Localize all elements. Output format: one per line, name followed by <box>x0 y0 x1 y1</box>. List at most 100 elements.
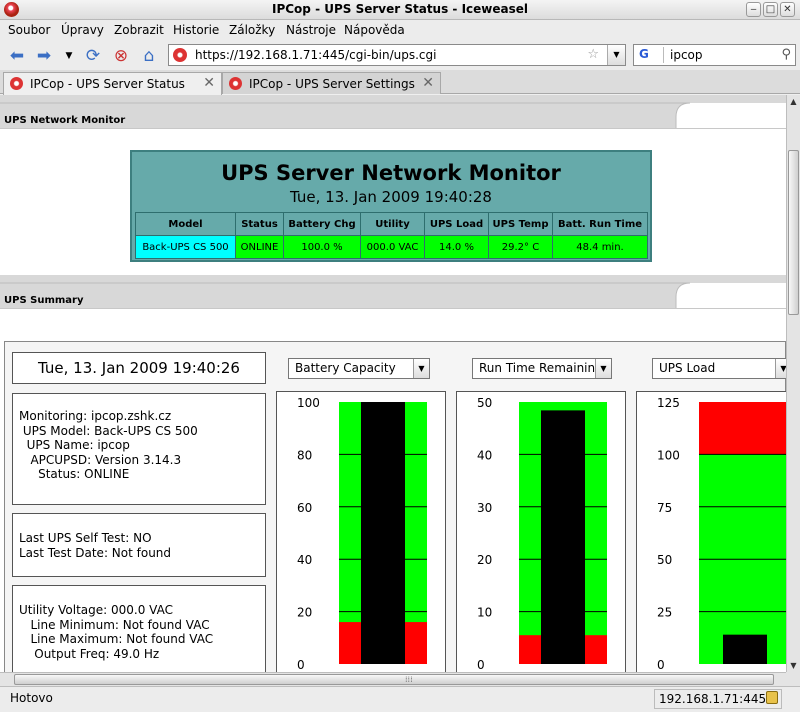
forward-arrow-icon[interactable]: ➡ <box>33 45 55 67</box>
cell-temp: 29.2° C <box>488 235 553 259</box>
gauge-tick-label: 50 <box>657 553 672 567</box>
scrollbar-corner <box>786 672 800 686</box>
chart-select-load[interactable]: UPS Load ▼ <box>652 358 786 379</box>
monitoring-info-panel: Monitoring: ipcop.zshk.cz UPS Model: Bac… <box>12 393 266 505</box>
history-dropdown-icon[interactable]: ▼ <box>58 45 80 67</box>
close-tab-icon[interactable]: ✕ <box>203 75 215 91</box>
tab-ups-settings[interactable]: IPCop - UPS Server Settings ✕ <box>222 72 441 94</box>
monitor-title: UPS Server Network Monitor <box>221 161 561 185</box>
menu-nastroje[interactable]: Nástroje <box>286 23 336 37</box>
url-text[interactable]: https://192.168.1.71:445/cgi-bin/ups.cgi <box>195 48 436 62</box>
column-header: UPS Temp <box>488 212 553 236</box>
tab-label: IPCop - UPS Server Status <box>30 77 185 91</box>
close-window-button[interactable]: ✕ <box>780 2 795 17</box>
cell-utility: 000.0 VAC <box>360 235 425 259</box>
table-header-row: Model Status Battery Chg Utility UPS Loa… <box>135 212 648 236</box>
gauge-tick-label: 20 <box>297 606 312 620</box>
close-tab-icon[interactable]: ✕ <box>422 75 434 91</box>
chevron-down-icon[interactable]: ▼ <box>775 359 786 378</box>
chevron-down-icon[interactable]: ▼ <box>595 359 611 378</box>
gauge-tick-label: 60 <box>297 501 312 515</box>
section-header-network-monitor: UPS Network Monitor <box>0 95 786 129</box>
maximize-button[interactable]: □ <box>763 2 778 17</box>
vertical-scroll-thumb[interactable] <box>788 150 799 315</box>
gauge-value-bar <box>723 634 767 664</box>
column-header: Status <box>235 212 284 236</box>
gauge-high-alarm-zone <box>699 402 786 455</box>
window-titlebar: IPCop - UPS Server Status - Iceweasel ‒ … <box>0 0 800 20</box>
info-line: UPS Model: Back-UPS CS 500 <box>19 423 198 438</box>
info-line: APCUPSD: Version 3.14.3 <box>19 452 182 467</box>
header-decoration <box>0 275 786 308</box>
url-bar[interactable]: https://192.168.1.71:445/cgi-bin/ups.cgi… <box>168 44 626 66</box>
cell-model: Back-UPS CS 500 <box>135 235 236 259</box>
status-bar: Hotovo 192.168.1.71:445 <box>0 686 800 712</box>
ssl-lock-icon[interactable] <box>766 691 778 704</box>
info-line: Utility Voltage: 000.0 VAC <box>19 603 173 617</box>
menu-zalozky[interactable]: Záložky <box>229 23 275 37</box>
column-header: Battery Chg <box>283 212 361 236</box>
chevron-down-icon[interactable]: ▼ <box>413 359 429 378</box>
chart-select-battery[interactable]: Battery Capacity ▼ <box>288 358 430 379</box>
gauge-tick-label: 100 <box>657 448 680 462</box>
ups-status-table: Model Status Battery Chg Utility UPS Loa… <box>135 212 648 259</box>
info-line: Status: ONLINE <box>19 467 130 481</box>
reload-icon[interactable]: ⟳ <box>82 45 104 67</box>
minimize-button[interactable]: ‒ <box>746 2 761 17</box>
menu-napoveda[interactable]: Nápověda <box>344 23 405 37</box>
stop-icon[interactable]: ⊗ <box>110 45 132 67</box>
chart-select-runtime[interactable]: Run Time Remaining ▼ <box>472 358 612 379</box>
gauge-value-bar <box>361 402 405 664</box>
menu-historie[interactable]: Historie <box>173 23 219 37</box>
search-bar[interactable]: G ipcop ⚲ <box>633 44 796 66</box>
tab-bar: IPCop - UPS Server Status ✕ IPCop - UPS … <box>0 70 800 95</box>
search-engine-icon[interactable]: G <box>636 47 664 63</box>
section-header-ups-summary: UPS Summary <box>0 275 786 309</box>
select-value: Run Time Remaining <box>479 361 603 375</box>
search-icon[interactable]: ⚲ <box>781 47 791 62</box>
gauge-tick-label: 40 <box>297 553 312 567</box>
gauge-tick-label: 20 <box>477 553 492 567</box>
column-header: Model <box>135 212 236 236</box>
self-test-panel: Last UPS Self Test: NO Last Test Date: N… <box>12 513 266 577</box>
menu-zobrazit[interactable]: Zobrazit <box>114 23 164 37</box>
select-value: UPS Load <box>659 361 716 375</box>
scroll-up-icon[interactable]: ▲ <box>787 95 800 108</box>
table-row: Back-UPS CS 500 ONLINE 100.0 % 000.0 VAC… <box>135 235 648 259</box>
info-line: Monitoring: ipcop.zshk.cz <box>19 409 172 423</box>
site-favicon-icon <box>173 48 187 62</box>
gauge-svg: 50 40 30 20 10 0 <box>477 396 607 672</box>
section-title: UPS Network Monitor <box>4 115 126 126</box>
menu-upravy[interactable]: Úpravy <box>61 23 104 37</box>
gauge-tick-label: 0 <box>657 658 665 672</box>
vertical-scrollbar[interactable]: ▲ ▼ <box>786 95 800 672</box>
scroll-down-icon[interactable]: ▼ <box>787 659 800 672</box>
battery-capacity-chart: 100 80 60 40 20 0 <box>276 391 446 672</box>
section-title: UPS Summary <box>4 295 84 306</box>
monitor-datetime: Tue, 13. Jan 2009 19:40:28 <box>290 188 492 206</box>
cell-runtime: 48.4 min. <box>552 235 648 259</box>
info-line: Output Freq: 49.0 Hz <box>19 646 160 661</box>
horizontal-scrollbar[interactable]: ⁞⁞⁞ <box>0 672 786 686</box>
tab-favicon-icon <box>10 77 23 90</box>
column-header: Utility <box>360 212 425 236</box>
gauge-tick-label: 50 <box>477 396 492 410</box>
home-icon[interactable]: ⌂ <box>138 45 160 67</box>
menu-soubor[interactable]: Soubor <box>8 23 50 37</box>
cell-status: ONLINE <box>235 235 284 259</box>
gauge-tick-label: 100 <box>297 396 320 410</box>
tab-ups-status[interactable]: IPCop - UPS Server Status ✕ <box>3 72 222 95</box>
horizontal-scroll-thumb[interactable] <box>14 674 774 685</box>
gauge-tick-label: 0 <box>477 658 485 672</box>
search-input[interactable]: ipcop <box>670 48 703 62</box>
ups-network-monitor-box: UPS Server Network Monitor Tue, 13. Jan … <box>130 150 652 262</box>
gauge-svg: 125 100 75 50 25 0 <box>657 396 786 672</box>
back-arrow-icon[interactable]: ⬅ <box>6 45 28 67</box>
gauge-tick-label: 40 <box>477 448 492 462</box>
gauge-tick-label: 25 <box>657 606 672 620</box>
url-dropdown-icon[interactable]: ▼ <box>607 45 625 65</box>
runtime-remaining-chart: 50 40 30 20 10 0 <box>456 391 626 672</box>
status-text: Hotovo <box>10 691 53 705</box>
gauge-tick-label: 75 <box>657 501 672 515</box>
bookmark-star-icon[interactable]: ☆ <box>587 47 599 62</box>
